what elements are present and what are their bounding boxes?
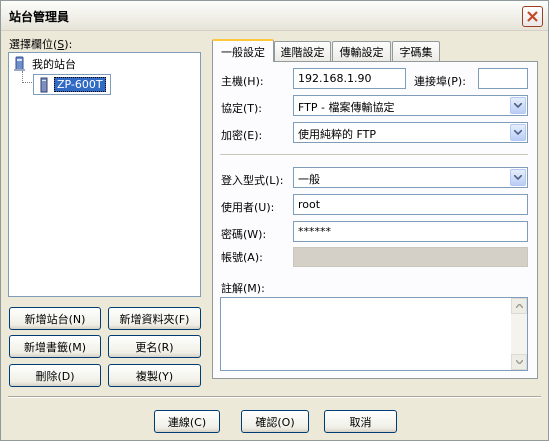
tree-label-child: ZP-600T [54,77,106,92]
close-button[interactable] [522,6,543,27]
host-label: 主機(H): [221,75,264,88]
site-tree[interactable]: 我的站台 ZP-600T [8,52,201,297]
encryption-label: 加密(E): [221,129,263,142]
tree-item-my-sites[interactable]: 我的站台 [12,56,76,72]
server-icon [40,77,48,92]
user-label: 使用者(U): [221,201,275,214]
comments-textarea[interactable] [220,297,528,371]
tab-transfer[interactable]: 傳輸設定 [332,41,391,61]
logon-type-label: 登入型式(L): [221,174,284,187]
cancel-button[interactable]: 取消 [324,410,397,433]
password-input[interactable]: ****** [293,221,528,242]
ok-button[interactable]: 確認(O) [241,410,309,433]
scroll-up-button[interactable] [511,298,527,314]
close-icon [527,11,538,22]
tab-advanced-label: 進階設定 [280,45,325,59]
ok-label: 確認(O) [255,415,295,429]
separator [8,396,541,398]
copy-button[interactable]: 複製(Y) [108,364,201,387]
logon-type-select[interactable]: 一般 [293,167,528,188]
chevron-down-icon [510,97,526,114]
new-site-label: 新增站台(N) [24,312,86,326]
rename-button[interactable]: 更名(R) [108,335,201,358]
protocol-label: 協定(T): [221,102,263,115]
port-input[interactable] [478,68,528,89]
tree-label-root: 我的站台 [32,58,76,71]
tab-advanced[interactable]: 進階設定 [274,41,331,61]
tab-general-label: 一般設定 [221,45,265,59]
computer-icon [14,56,25,71]
select-entry-label: 選擇欄位(S): [9,38,73,51]
tab-general[interactable]: 一般設定 [212,39,274,62]
protocol-value: FTP - 檔案傳輸協定 [298,101,395,114]
new-bookmark-label: 新增書籤(M) [23,340,87,354]
comments-scrollbar[interactable] [511,298,527,370]
tab-charset[interactable]: 字碼集 [392,41,440,61]
title-bar: 站台管理員 [1,1,548,31]
user-input[interactable]: root [293,194,528,215]
new-folder-button[interactable]: 新增資料夾(F) [108,307,201,330]
new-folder-label: 新增資料夾(F) [119,312,190,326]
connect-label: 連線(C) [167,415,207,429]
chevron-up-icon [515,304,523,308]
chevron-down-icon [510,124,526,141]
rename-label: 更名(R) [135,340,174,354]
cancel-label: 取消 [349,415,372,429]
site-manager-window: 站台管理員 選擇欄位(S): 我的站台 ZP-600T 新增站台(N) 新增資料… [0,0,549,441]
delete-label: 刪除(D) [35,369,75,383]
protocol-select[interactable]: FTP - 檔案傳輸協定 [293,95,528,116]
tree-connector [22,82,32,83]
password-label: 密碼(W): [221,228,267,241]
encryption-value: 使用純粹的 FTP [298,128,376,141]
connect-button[interactable]: 連線(C) [154,410,220,433]
chevron-down-icon [515,360,523,364]
tab-charset-label: 字碼集 [399,45,433,59]
account-label: 帳號(A): [221,251,263,264]
scroll-down-button[interactable] [511,354,527,370]
new-site-button[interactable]: 新增站台(N) [9,307,101,330]
comments-label: 註解(M): [221,282,265,295]
window-title: 站台管理員 [9,10,70,24]
new-bookmark-button[interactable]: 新增書籤(M) [9,335,101,358]
account-input [293,247,528,267]
tree-item-zp600t[interactable]: ZP-600T [33,74,111,95]
tab-transfer-label: 傳輸設定 [339,45,384,59]
encryption-select[interactable]: 使用純粹的 FTP [293,122,528,143]
copy-label: 複製(Y) [135,369,174,383]
port-label: 連接埠(P): [414,75,466,88]
chevron-down-icon [510,169,526,186]
logon-type-value: 一般 [298,173,320,186]
delete-button[interactable]: 刪除(D) [9,364,101,387]
separator [220,154,528,156]
host-input[interactable]: 192.168.1.90 [293,68,406,89]
